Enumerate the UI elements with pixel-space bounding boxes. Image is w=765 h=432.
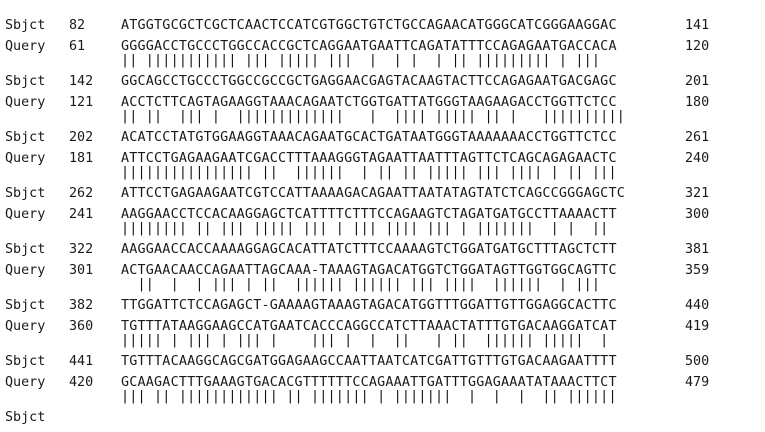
query-start: 181 xyxy=(69,151,94,166)
query-sequence: AAGGAACCTCCACAAGGAGCTCATTTTCTTTCCAGAAGTC… xyxy=(121,207,617,222)
match-line: |||||||||||||||| || |||||| | || || |||||… xyxy=(121,165,625,180)
query-start: 121 xyxy=(69,95,94,110)
sbjct-label: Sbjct xyxy=(5,186,46,201)
query-end: 300 xyxy=(685,207,710,222)
query-start: 301 xyxy=(69,263,94,278)
query-row: Query 360 TGTTTATAAGGAAGCCATGAATCACCCAGGCC… xyxy=(5,320,765,348)
sbjct-end: 201 xyxy=(685,74,710,89)
query-label: Query xyxy=(5,95,46,110)
sbjct-start: 441 xyxy=(69,354,94,369)
match-line: ||||| | ||| | ||| | ||| | | || | || ||||… xyxy=(121,333,625,348)
query-row: Query 61 GGGGACCTGCCCTGGCCACCGCTCAGGAATGAA… xyxy=(5,40,765,68)
query-end: 120 xyxy=(685,39,710,54)
match-line: ||| || |||||||||||| || ||||||| | |||||||… xyxy=(121,389,625,404)
sbjct-sequence: ACATCCTATGTGGAAGGTAAACAGAATGCACTGATAATGG… xyxy=(121,130,617,145)
sbjct-start: 262 xyxy=(69,186,94,201)
sbjct-start: 322 xyxy=(69,242,94,257)
query-sequence: TGTTTATAAGGAAGCCATGAATCACCCAGGCCATCTTAAA… xyxy=(121,319,617,334)
query-row: Query 181 ATTCCTGAGAAGAATCGACCTTTAAAGGGTAG… xyxy=(5,152,765,180)
match-line: |||||||| || ||| ||||| ||| | ||| |||| |||… xyxy=(121,221,617,236)
sbjct-row: Sbjct 382 TTGGATTCTCCAGAGCT-GAAAAGTAAAGTAG… xyxy=(5,292,765,320)
sbjct-sequence: AAGGAACCACCAAAAGGAGCACATTATCTTTCCAAAAGTC… xyxy=(121,242,617,257)
sbjct-end: 261 xyxy=(685,130,710,145)
blast-alignment: Query Sbjct 82 ATGGTGCGCTCGCTCAACTCCATCGTGG… xyxy=(5,0,765,432)
query-start: 241 xyxy=(69,207,94,222)
query-end: 240 xyxy=(685,151,710,166)
sbjct-label: Sbjct xyxy=(5,130,46,145)
query-row: Query xyxy=(5,0,765,12)
sbjct-end: 381 xyxy=(685,242,710,257)
query-sequence: GCAAGACTTTGAAAGTGACACGTTTTTTCCAGAAATTGAT… xyxy=(121,375,617,390)
sbjct-sequence: ATTCCTGAGAAGAATCGTCCATTAAAAGACAGAATTAATA… xyxy=(121,186,625,201)
sbjct-row: Sbjct 441 TGTTTACAAGGCAGCGATGGAGAAGCCAATTA… xyxy=(5,348,765,376)
sbjct-label: Sbjct xyxy=(5,242,46,257)
query-start: 61 xyxy=(69,39,86,54)
sbjct-row: Sbjct 322 AAGGAACCACCAAAAGGAGCACATTATCTTTC… xyxy=(5,236,765,264)
query-label: Query xyxy=(5,151,46,166)
query-sequence: GGGGACCTGCCCTGGCCACCGCTCAGGAATGAATTCAGAT… xyxy=(121,39,617,54)
sbjct-label: Sbjct xyxy=(5,410,46,425)
sbjct-start xyxy=(69,404,109,432)
query-label: Query xyxy=(5,375,46,390)
query-end: 180 xyxy=(685,95,710,110)
query-label: Query xyxy=(5,263,46,278)
sbjct-end: 141 xyxy=(685,18,710,33)
query-row: Query 121 ACCTCTTCAGTAGAAGGTAAACAGAATCTGGT… xyxy=(5,96,765,124)
sbjct-end: 500 xyxy=(685,354,710,369)
match-line: || ||||||||||| ||| ||||| ||| | | | | || … xyxy=(121,53,617,68)
query-sequence: ACCTCTTCAGTAGAAGGTAAACAGAATCTGGTGATTATGG… xyxy=(121,95,617,110)
query-sequence: ACTGAACAACCAGAATTAGCAAA-TAAAGTAGACATGGTC… xyxy=(121,263,617,278)
sbjct-start: 382 xyxy=(69,298,94,313)
query-sequence: ATTCCTGAGAAGAATCGACCTTTAAAGGGTAGAATTAATT… xyxy=(121,151,617,166)
sbjct-label: Sbjct xyxy=(5,18,46,33)
query-start: 420 xyxy=(69,375,94,390)
sbjct-start: 142 xyxy=(69,74,94,89)
sbjct-label: Sbjct xyxy=(5,74,46,89)
sbjct-start: 202 xyxy=(69,130,94,145)
query-label: Query xyxy=(5,207,46,222)
sbjct-row: Sbjct 262 ATTCCTGAGAAGAATCGTCCATTAAAAGACAG… xyxy=(5,180,765,208)
sbjct-label: Sbjct xyxy=(5,298,46,313)
query-label: Query xyxy=(5,319,46,334)
sbjct-row: Sbjct 82 ATGGTGCGCTCGCTCAACTCCATCGTGGCTGTC… xyxy=(5,12,765,40)
sbjct-row: Sbjct 202 ACATCCTATGTGGAAGGTAAACAGAATGCACT… xyxy=(5,124,765,152)
sbjct-row: Sbjct 142 GGCAGCCTGCCCTGGCCGCCGCTGAGGAACGA… xyxy=(5,68,765,96)
query-end: 419 xyxy=(685,319,710,334)
sbjct-label: Sbjct xyxy=(5,354,46,369)
query-start: 360 xyxy=(69,319,94,334)
match-line: || | | ||| | || |||||| |||||| ||| |||| |… xyxy=(121,277,609,292)
sbjct-sequence: ATGGTGCGCTCGCTCAACTCCATCGTGGCTGTCTGCCAGA… xyxy=(121,18,617,33)
sbjct-end: 440 xyxy=(685,298,710,313)
query-label: Query xyxy=(5,39,46,54)
match-line: || || ||| | ||||||||||||| | |||| ||||| |… xyxy=(121,109,625,124)
query-row: Query 241 AAGGAACCTCCACAAGGAGCTCATTTTCTTTC… xyxy=(5,208,765,236)
query-end: 479 xyxy=(685,375,710,390)
sbjct-sequence: TTGGATTCTCCAGAGCT-GAAAAGTAAAGTAGACATGGTT… xyxy=(121,298,617,313)
query-row: Query 301 ACTGAACAACCAGAATTAGCAAA-TAAAGTAG… xyxy=(5,264,765,292)
sbjct-start: 82 xyxy=(69,18,86,33)
sbjct-sequence: TGTTTACAAGGCAGCGATGGAGAAGCCAATTAATCATCGA… xyxy=(121,354,617,369)
sbjct-sequence: GGCAGCCTGCCCTGGCCGCCGCTGAGGAACGAGTACAAGT… xyxy=(121,74,617,89)
sbjct-end: 321 xyxy=(685,186,710,201)
sbjct-row: Sbjct xyxy=(5,404,765,432)
query-end: 359 xyxy=(685,263,710,278)
